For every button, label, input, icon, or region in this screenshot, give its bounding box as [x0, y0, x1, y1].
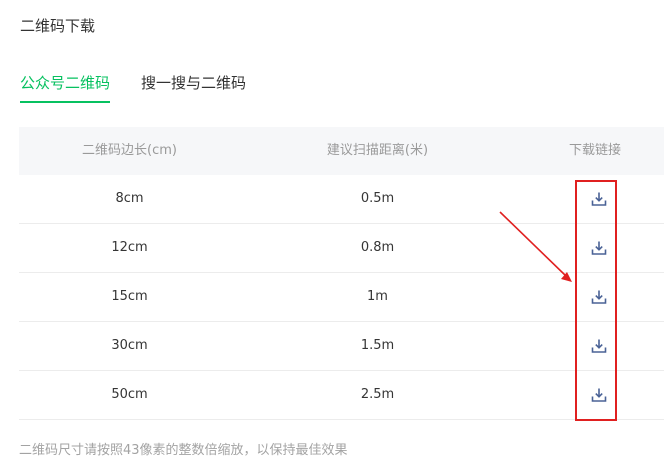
- cell-distance: 1m: [367, 289, 388, 304]
- table-row: 50cm 2.5m: [19, 371, 664, 420]
- table-row: 15cm 1m: [19, 273, 664, 322]
- qr-download-page: 二维码下载 公众号二维码 搜一搜与二维码 二维码边长(cm) 建议扫描距离(米)…: [0, 0, 664, 470]
- table-header: 二维码边长(cm) 建议扫描距离(米) 下载链接: [19, 127, 664, 175]
- download-icon[interactable]: [591, 191, 607, 207]
- header-size: 二维码边长(cm): [82, 143, 177, 158]
- cell-size: 8cm: [115, 191, 144, 206]
- cell-distance: 0.5m: [360, 191, 395, 206]
- cell-size: 30cm: [111, 338, 148, 353]
- page-title: 二维码下载: [20, 17, 96, 35]
- download-icon[interactable]: [591, 240, 607, 256]
- tab-search-qr[interactable]: 搜一搜与二维码: [141, 72, 246, 94]
- cell-size: 12cm: [111, 240, 148, 255]
- cell-size: 15cm: [111, 289, 148, 304]
- cell-distance: 1.5m: [360, 338, 395, 353]
- header-distance: 建议扫描距离(米): [326, 143, 429, 158]
- qr-size-table: 二维码边长(cm) 建议扫描距离(米) 下载链接 8cm 0.5m 12cm 0…: [19, 127, 664, 420]
- download-icon[interactable]: [591, 338, 607, 354]
- size-hint-note: 二维码尺寸请按照43像素的整数倍缩放，以保持最佳效果: [19, 443, 348, 458]
- cell-distance: 0.8m: [360, 240, 395, 255]
- table-row: 12cm 0.8m: [19, 224, 664, 273]
- cell-size: 50cm: [111, 387, 148, 402]
- download-icon[interactable]: [591, 289, 607, 305]
- table-row: 30cm 1.5m: [19, 322, 664, 371]
- table-row: 8cm 0.5m: [19, 175, 664, 224]
- cell-distance: 2.5m: [360, 387, 395, 402]
- tab-official-account-qr[interactable]: 公众号二维码: [20, 72, 111, 103]
- header-download: 下载链接: [568, 143, 621, 158]
- download-icon[interactable]: [591, 387, 607, 403]
